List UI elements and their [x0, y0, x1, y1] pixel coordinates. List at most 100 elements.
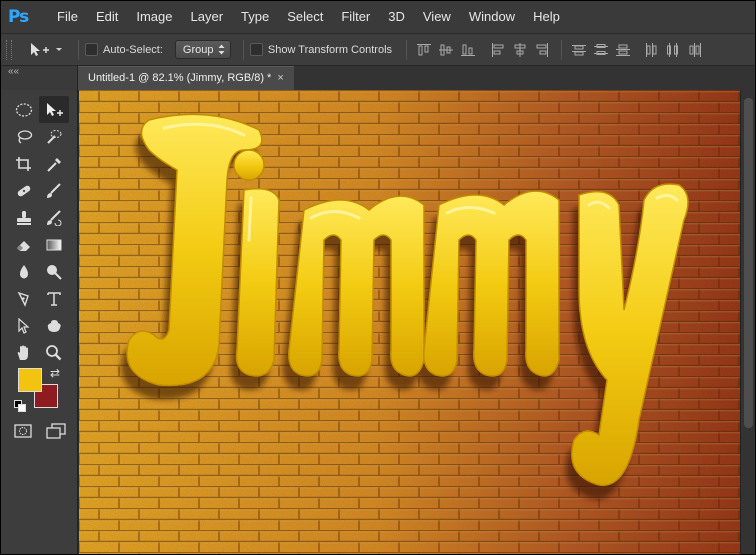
vertical-scrollbar[interactable]	[740, 90, 756, 555]
history-brush-tool[interactable]	[39, 204, 69, 231]
document-tab-title: Untitled-1 @ 82.1% (Jimmy, RGB/8) *	[88, 72, 272, 84]
auto-select-target-dropdown[interactable]: Group	[174, 40, 231, 59]
custom-shape-icon	[47, 319, 61, 332]
default-colors-icon[interactable]	[14, 400, 26, 412]
align-hcenter-icon	[514, 42, 526, 57]
show-transform-controls-label: Show Transform Controls	[267, 43, 393, 56]
custom-shape-tool[interactable]	[39, 312, 69, 339]
foreground-color-swatch[interactable]	[18, 368, 42, 392]
align-bottom-edges-button[interactable]	[457, 40, 479, 60]
distribute-left-icon	[646, 42, 657, 57]
path-selection-icon	[18, 317, 30, 334]
stamp-icon	[17, 210, 31, 225]
show-transform-controls-checkbox[interactable]	[249, 43, 263, 56]
document-tab-strip: «« Untitled-1 @ 82.1% (Jimmy, RGB/8) * ×	[0, 66, 756, 90]
menu-image[interactable]: Image	[127, 0, 181, 34]
align-right-edges-button[interactable]	[531, 40, 553, 60]
align-left-icon	[492, 42, 504, 57]
gradient-tool[interactable]	[39, 231, 69, 258]
menu-view[interactable]: View	[414, 0, 460, 34]
align-horizontal-centers-button[interactable]	[509, 40, 531, 60]
eraser-icon	[17, 240, 30, 251]
menu-layer[interactable]: Layer	[182, 0, 233, 34]
document-tab[interactable]: Untitled-1 @ 82.1% (Jimmy, RGB/8) * ×	[78, 66, 294, 90]
distribute-horizontal-centers-button[interactable]	[662, 40, 684, 60]
tool-preset-picker[interactable]	[28, 41, 72, 59]
zoom-tool[interactable]	[39, 339, 69, 366]
distribute-left-edges-button[interactable]	[640, 40, 662, 60]
menu-file[interactable]: File	[48, 0, 87, 34]
distribute-vertical-centers-button[interactable]	[590, 40, 612, 60]
eyedropper-icon	[47, 157, 61, 172]
mode-buttons	[14, 423, 66, 439]
eyedropper-tool[interactable]	[39, 150, 69, 177]
quick-selection-tool[interactable]	[39, 123, 69, 150]
marquee-tool[interactable]	[9, 96, 39, 123]
collapse-panel-button[interactable]: ««	[0, 66, 78, 90]
eraser-tool[interactable]	[9, 231, 39, 258]
distribute-hcenter-icon	[667, 42, 679, 57]
lasso-tool[interactable]	[9, 123, 39, 150]
separator	[78, 39, 79, 60]
separator	[406, 39, 408, 60]
letter-i	[235, 188, 280, 377]
menu-help[interactable]: Help	[524, 0, 569, 34]
history-brush-icon	[47, 209, 62, 226]
letter-m-first	[288, 195, 425, 377]
hand-icon	[17, 345, 28, 360]
photoshop-logo: Ps	[8, 6, 29, 27]
path-selection-tool[interactable]	[9, 312, 39, 339]
scrollbar-thumb[interactable]	[744, 98, 753, 428]
zoom-magnifier-icon	[46, 344, 62, 360]
quick-selection-icon	[47, 129, 62, 144]
menu-type[interactable]: Type	[232, 0, 278, 34]
dodge-icon	[47, 264, 62, 280]
lasso-icon	[17, 129, 33, 144]
menu-bar: Ps File Edit Image Layer Type Select Fil…	[0, 0, 756, 34]
blur-tool[interactable]	[9, 258, 39, 285]
auto-select-checkbox[interactable]	[85, 43, 98, 56]
distribute-top-edges-button[interactable]	[568, 40, 590, 60]
options-bar: Auto-Select: Group Show Transform Contro…	[0, 34, 756, 66]
separator	[242, 39, 244, 60]
align-vertical-centers-button[interactable]	[435, 40, 457, 60]
blur-drop-icon	[20, 264, 28, 278]
align-left-edges-button[interactable]	[487, 40, 509, 60]
quick-mask-icon[interactable]	[14, 423, 32, 439]
move-tool[interactable]	[39, 96, 69, 123]
dodge-tool[interactable]	[39, 258, 69, 285]
brush-tool[interactable]	[39, 177, 69, 204]
menu-window[interactable]: Window	[460, 0, 524, 34]
menu-edit[interactable]: Edit	[87, 0, 127, 34]
hand-tool[interactable]	[9, 339, 39, 366]
letter-m-second	[423, 190, 560, 377]
updown-arrows-icon	[218, 44, 225, 55]
document-canvas[interactable]	[79, 90, 740, 555]
swap-colors-icon[interactable]: ⇄	[50, 366, 60, 380]
menu-3d[interactable]: 3D	[379, 0, 414, 34]
elliptical-marquee-icon	[15, 102, 33, 117]
options-bar-grip[interactable]	[6, 39, 12, 60]
align-right-icon	[536, 42, 549, 57]
align-bottom-icon	[461, 44, 476, 56]
type-tool[interactable]	[39, 285, 69, 312]
menu-select[interactable]: Select	[278, 0, 332, 34]
distribute-bottom-edges-button[interactable]	[612, 40, 634, 60]
distribute-vcenter-icon	[594, 43, 609, 55]
letter-i-dot	[233, 149, 265, 181]
color-swatches: ⇄	[14, 366, 64, 416]
crop-tool[interactable]	[9, 150, 39, 177]
clone-stamp-tool[interactable]	[9, 204, 39, 231]
distribute-right-edges-button[interactable]	[684, 40, 706, 60]
pen-tool[interactable]	[9, 285, 39, 312]
align-top-icon	[417, 43, 432, 55]
close-icon[interactable]: ×	[277, 72, 283, 84]
screen-mode-icon[interactable]	[46, 423, 66, 439]
menu-filter[interactable]: Filter	[332, 0, 379, 34]
tools-panel: ⇄	[0, 90, 78, 555]
align-vcenter-icon	[439, 44, 454, 55]
spot-healing-tool[interactable]	[9, 177, 39, 204]
separator	[561, 39, 563, 60]
move-tool-icon	[47, 102, 63, 116]
align-top-edges-button[interactable]	[413, 40, 435, 60]
